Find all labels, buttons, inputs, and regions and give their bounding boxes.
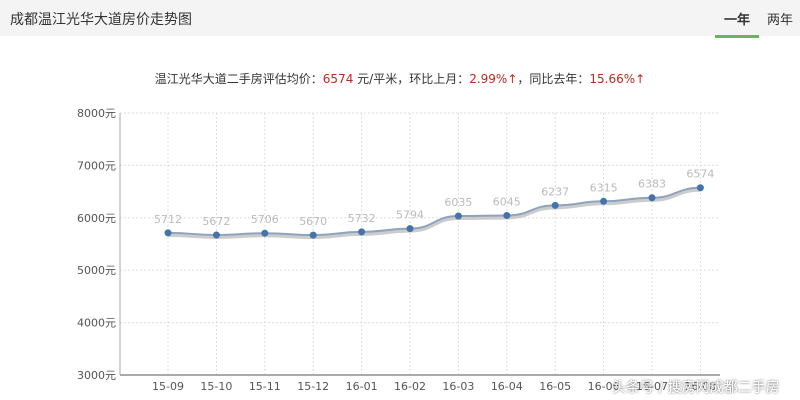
y-tick-label: 3000元 [77, 369, 116, 382]
x-tick-label: 16-05 [539, 380, 571, 393]
data-point [600, 197, 608, 205]
data-label: 5672 [202, 215, 230, 228]
data-label: 6045 [493, 195, 521, 208]
y-tick-label: 4000元 [77, 317, 116, 330]
y-tick-label: 7000元 [77, 159, 116, 172]
x-tick-label: 15-11 [249, 380, 281, 393]
data-label: 5732 [348, 212, 376, 225]
data-point [551, 201, 559, 209]
data-point [696, 184, 704, 192]
y-tick-label: 6000元 [77, 212, 116, 225]
data-point [454, 212, 462, 220]
y-tick-label: 8000元 [77, 107, 116, 120]
x-tick-label: 16-01 [346, 380, 378, 393]
data-label: 6315 [590, 181, 618, 194]
x-tick-label: 16-04 [491, 380, 523, 393]
x-tick-label: 16-02 [394, 380, 426, 393]
data-point [164, 229, 172, 237]
price-chart: 3000元 4000元 5000元 6000元 7000元 8000元 15-09 15-10… [77, 107, 720, 393]
data-point [261, 229, 269, 237]
data-label: 6574 [686, 168, 714, 181]
data-label: 5670 [299, 215, 327, 228]
data-label: 6035 [444, 196, 472, 209]
x-tick-label: 15-09 [152, 380, 184, 393]
data-label: 6237 [541, 185, 569, 198]
x-tick-label: 15-12 [297, 380, 329, 393]
x-tick-label: 16-03 [442, 380, 474, 393]
data-label: 5794 [396, 209, 424, 222]
data-point [212, 231, 220, 239]
x-tick-label: 15-10 [200, 380, 232, 393]
y-tick-label: 5000元 [77, 264, 116, 277]
data-point [406, 225, 414, 233]
data-label: 6383 [638, 178, 666, 191]
watermark: 头条号 / 搜房网成都二手房 [612, 380, 780, 396]
data-point [309, 231, 317, 239]
series-shadow [167, 187, 701, 240]
series-line [167, 186, 701, 237]
data-label: 5712 [154, 213, 182, 226]
data-point [648, 194, 656, 202]
data-point [503, 211, 511, 219]
data-label: 5706 [251, 213, 279, 226]
data-point [358, 228, 366, 236]
